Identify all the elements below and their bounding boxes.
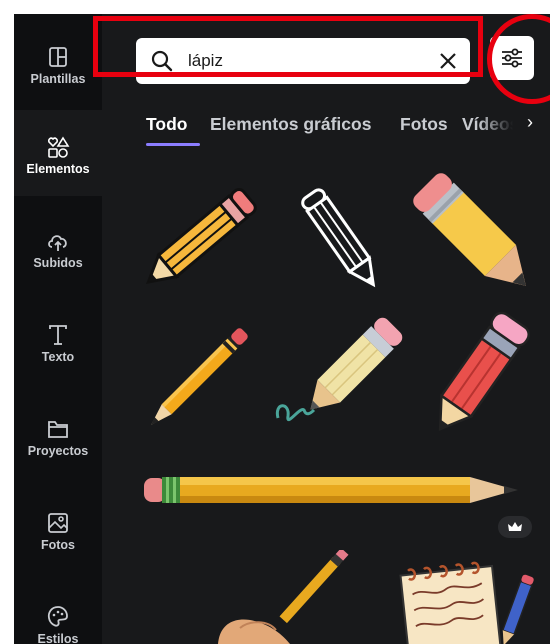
result-pencil-red-cartoon[interactable] xyxy=(418,308,538,442)
tab-fade xyxy=(478,108,528,138)
active-tab-indicator xyxy=(146,143,200,146)
text-icon xyxy=(49,325,67,345)
templates-icon xyxy=(49,47,67,67)
sidebar-item-fotos[interactable]: Fotos xyxy=(14,486,102,572)
sidebar-item-label: Estilos xyxy=(37,632,79,644)
sidebar-item-proyectos[interactable]: Proyectos xyxy=(14,392,102,478)
result-notepad-with-pencil[interactable] xyxy=(396,556,536,644)
palette-icon xyxy=(47,606,68,627)
folder-icon xyxy=(48,421,68,438)
upload-cloud-icon xyxy=(48,235,67,251)
result-hand-holding-pencil[interactable] xyxy=(210,550,360,644)
result-pencil-orange-angled[interactable] xyxy=(132,172,272,302)
premium-badge xyxy=(498,516,532,538)
sidebar-item-estilos[interactable]: Estilos xyxy=(14,580,102,644)
result-pencil-outline-white[interactable] xyxy=(280,170,400,304)
highlight-box xyxy=(93,16,483,77)
sidebar-item-label: Proyectos xyxy=(27,444,89,458)
photo-icon xyxy=(48,513,68,533)
result-pencil-long-horizontal[interactable] xyxy=(140,468,522,514)
result-pencil-thin-yellow[interactable] xyxy=(132,308,272,440)
sidebar-item-label: Plantillas xyxy=(30,72,86,86)
crown-icon xyxy=(508,522,522,531)
sidebar-item-subidos[interactable]: Subidos xyxy=(14,204,102,290)
elements-icon xyxy=(48,136,70,158)
result-pencil-writing-scribble[interactable] xyxy=(270,310,410,442)
chevron-right-icon[interactable]: › xyxy=(527,112,533,133)
sidebar-item-elementos[interactable]: Elementos xyxy=(14,110,102,196)
sidebar-item-label: Texto xyxy=(41,350,75,364)
tab-fotos[interactable]: Fotos xyxy=(400,114,448,135)
sidebar-item-label: Elementos xyxy=(26,162,90,176)
tab-elementos-graficos[interactable]: Elementos gráficos xyxy=(210,114,371,135)
tab-todo[interactable]: Todo xyxy=(146,114,187,135)
sidebar: Plantillas Elementos Subidos Texto Proye… xyxy=(14,14,102,644)
sidebar-item-label: Subidos xyxy=(33,256,83,270)
sidebar-item-label: Fotos xyxy=(40,538,76,552)
result-pencil-yellow-cartoon[interactable] xyxy=(408,168,542,302)
sidebar-item-texto[interactable]: Texto xyxy=(14,298,102,384)
sidebar-item-plantillas[interactable]: Plantillas xyxy=(14,20,102,106)
